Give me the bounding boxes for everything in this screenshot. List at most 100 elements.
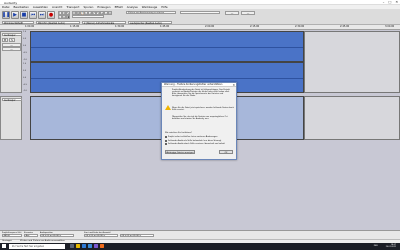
transport-toolbar: ❚❚ ▶ ■ ⏮ ⏭ ● I ↕ ✎ ⌕ ↔ ✱ ✂ ⎘ 📋 ⊢ ⊣ ↶ ↷ +… <box>0 9 400 25</box>
track-name-button[interactable]: Audiospur <box>2 33 22 37</box>
dialog-option-label: Fehlendes Audio durch Stille ersetzen (d… <box>168 143 226 145</box>
show-dependencies-button[interactable]: Abhängige Dateien anzeigen <box>165 150 195 154</box>
paste-icon[interactable]: 📋 <box>80 11 84 15</box>
snap-select[interactable]: Aus <box>24 234 38 238</box>
explorer-icon[interactable] <box>76 244 80 248</box>
pan-slider[interactable]: — <box>2 47 21 51</box>
skip-end-button[interactable]: ⏭ <box>38 11 46 19</box>
solo-button[interactable]: S <box>9 38 15 42</box>
scale-label: -1.0 <box>23 59 27 61</box>
system-clock[interactable]: 18:07 20.01.2021 <box>386 244 396 249</box>
ruler-tick: 1:00.00 <box>25 25 35 28</box>
ruler-tick: 1:15.00 <box>70 25 80 28</box>
ruler-tick: 1:45.00 <box>160 25 170 28</box>
dialog-message: Überprüfen Sie, ob sich die Dateien am u… <box>172 116 228 121</box>
ruler-tick: 2:15.00 <box>250 25 260 28</box>
audio-position-label: Audioposition <box>40 231 53 234</box>
warning-dialog: Warnung - Tiefere Kodierungsfehler unter… <box>161 82 237 160</box>
audio-position-field[interactable]: 00 h 00 m 00.000 s <box>40 234 74 238</box>
minimize-button[interactable]: – <box>383 0 385 4</box>
trim-icon[interactable]: ⊢ <box>84 11 88 15</box>
scale-label: 0.5 <box>23 38 27 40</box>
taskbar-search-input[interactable]: Zur Suche Text hier eingeben <box>9 243 65 249</box>
waveform-channel-left[interactable] <box>30 31 304 62</box>
track-name-button[interactable]: Audiospur <box>2 98 22 102</box>
windows-taskbar: Zur Suche Text hier eingeben DEU 18:07 2… <box>0 242 400 250</box>
undo-icon[interactable]: ↶ <box>92 11 96 15</box>
empty-track-region[interactable] <box>304 31 400 93</box>
radio-icon[interactable] <box>165 139 167 142</box>
record-button[interactable]: ● <box>47 11 55 19</box>
project-rate-select[interactable]: 44100 <box>2 234 22 238</box>
store-icon[interactable] <box>94 244 98 248</box>
dialog-option[interactable]: Projekt sofort schließen, keine weiteren… <box>165 136 218 138</box>
recording-device-select[interactable]: Mikrofon (Realtek Audio) <box>36 21 80 25</box>
playback-volume-slider[interactable]: — <box>241 11 255 15</box>
scale-label: -0.5 <box>23 52 27 54</box>
ruler-tick: 3:00.00 <box>385 25 395 28</box>
zoom-in-icon[interactable]: + <box>100 11 104 15</box>
track-control-panel[interactable]: Audiospur <box>0 96 22 140</box>
draw-tool-icon[interactable]: ✎ <box>66 11 70 15</box>
playback-device-select[interactable]: Lautsprecher (Realtek Audio) <box>128 21 172 25</box>
copy-icon[interactable]: ⎘ <box>76 11 80 15</box>
channels-select[interactable]: 2 (Stereo) Aufnahmekanäle <box>82 21 126 25</box>
radio-selected-icon[interactable] <box>165 136 167 138</box>
dialog-option[interactable]: Fehlendes Audio als Stille behandeln (nu… <box>165 139 222 142</box>
host-select[interactable]: Windows WASAPI <box>2 21 34 25</box>
browser-icon[interactable] <box>82 244 86 248</box>
playback-meter[interactable] <box>72 15 104 18</box>
ruler-tick: 1:30.00 <box>115 25 125 28</box>
selection-start-field[interactable]: 00 h 00 m 00.000 s <box>84 234 118 238</box>
fit-selection-icon[interactable]: ⇔ <box>108 11 112 15</box>
task-view-icon[interactable] <box>70 244 74 248</box>
zoom-tool-icon[interactable]: ⌕ <box>58 15 62 19</box>
dialog-question: Wie möchten Sie fortfahren? <box>165 132 193 134</box>
skip-start-icon: ⏮ <box>30 11 36 18</box>
mail-icon[interactable] <box>88 244 92 248</box>
record-meter[interactable]: Klicken um Aussteuerung zu starten <box>126 11 176 14</box>
radio-icon[interactable] <box>165 143 167 145</box>
dialog-option[interactable]: Fehlendes Audio durch Stille ersetzen (d… <box>165 143 225 145</box>
gain-slider[interactable]: — <box>2 43 21 47</box>
dialog-message: Wenn Sie die Datei jetzt speichern, werd… <box>172 107 234 112</box>
scale-label: -1.0 <box>23 90 27 92</box>
playback-level-meter[interactable] <box>180 11 220 14</box>
play-icon: ▶ <box>13 11 17 18</box>
scale-label: 1.0 <box>23 63 27 65</box>
multi-tool-icon[interactable]: ✱ <box>66 15 70 19</box>
ok-button[interactable]: OK <box>219 150 233 154</box>
language-indicator[interactable]: DEU <box>374 245 378 247</box>
empty-track-region[interactable] <box>304 96 400 140</box>
start-menu-icon[interactable] <box>2 244 6 249</box>
mute-button[interactable]: M <box>2 38 8 42</box>
track-control-panel[interactable]: Audiospur M S — — <box>0 31 22 93</box>
redo-icon[interactable]: ↷ <box>96 11 100 15</box>
envelope-tool-icon[interactable]: ↕ <box>62 11 66 15</box>
scale-label: 0.0 <box>23 45 27 47</box>
record-icon: ● <box>48 11 54 18</box>
selection-tool-icon[interactable]: I <box>58 11 62 15</box>
silence-icon[interactable]: ⊣ <box>88 11 92 15</box>
play-button[interactable]: ▶ <box>11 11 19 19</box>
stop-button[interactable]: ■ <box>20 11 28 19</box>
pause-button[interactable]: ❚❚ <box>2 11 10 19</box>
dialog-option-label: Fehlendes Audio als Stille behandeln (nu… <box>168 139 222 142</box>
ruler-tick: 2:30.00 <box>295 25 305 28</box>
record-volume-slider[interactable]: — <box>225 11 239 15</box>
dialog-message: Projekt-Bearbeitung der Datei ist fehlge… <box>172 88 230 98</box>
ruler-tick: 2:45.00 <box>340 25 350 28</box>
zoom-out-icon[interactable]: − <box>104 11 108 15</box>
scale-label: 0.5 <box>23 70 27 72</box>
warning-icon <box>165 105 171 110</box>
selection-end-field[interactable]: 00 h 00 m 00.000 s <box>120 234 154 238</box>
window-controls: – □ ✕ <box>383 0 398 4</box>
maximize-button[interactable]: □ <box>388 0 391 4</box>
cut-icon[interactable]: ✂ <box>72 11 76 15</box>
skip-start-button[interactable]: ⏮ <box>29 11 37 19</box>
snap-label: Einrasten <box>24 231 33 234</box>
pause-icon: ❚❚ <box>1 11 11 18</box>
audacity-icon[interactable] <box>100 244 104 248</box>
timeshift-tool-icon[interactable]: ↔ <box>62 15 66 19</box>
close-button[interactable]: ✕ <box>395 0 398 4</box>
